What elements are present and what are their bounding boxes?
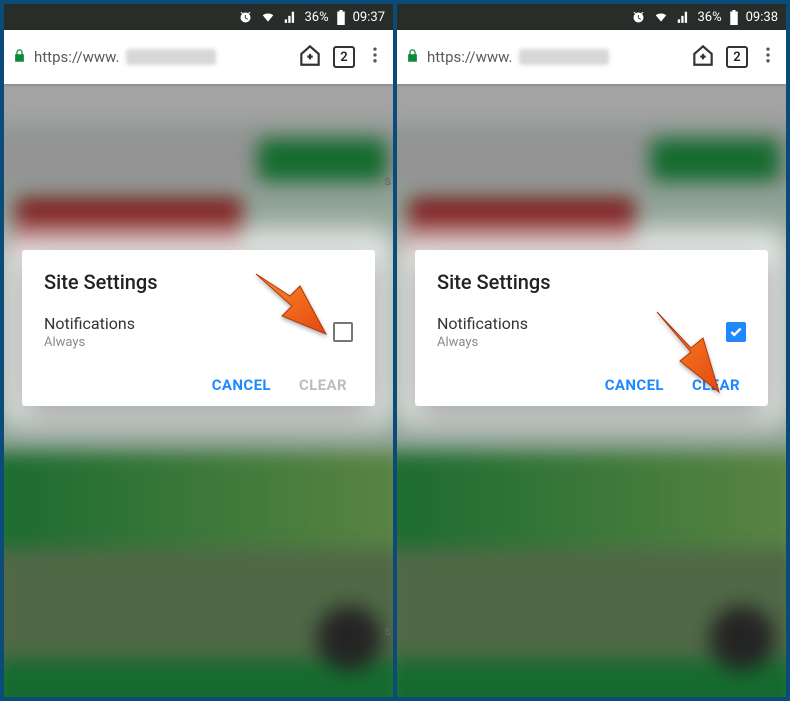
site-settings-dialog: Site Settings Notifications Always CANCE… [22, 250, 375, 406]
tab-switcher[interactable]: 2 [333, 46, 355, 68]
notifications-row[interactable]: Notifications Always [437, 314, 746, 350]
dialog-title: Site Settings [44, 270, 353, 294]
cancel-button[interactable]: CANCEL [605, 376, 664, 394]
row-primary-label: Notifications [437, 314, 528, 333]
android-status-bar: 36% 09:38 [397, 4, 786, 30]
notifications-row[interactable]: Notifications Always [44, 314, 353, 350]
edge-artifact: s [384, 624, 391, 639]
clear-button[interactable]: CLEAR [692, 376, 740, 394]
address-bar[interactable]: https://www. [12, 47, 287, 68]
clock-text: 09:37 [353, 10, 385, 25]
home-add-icon[interactable] [297, 42, 323, 72]
notifications-checkbox[interactable] [726, 322, 746, 342]
screenshot-right: 36% 09:38 https://www. 2 Site Settings [397, 4, 786, 697]
url-prefix: https://www. [427, 48, 512, 66]
url-redacted [519, 49, 609, 65]
overflow-menu-icon[interactable] [365, 43, 385, 71]
home-add-icon[interactable] [690, 42, 716, 72]
dialog-title: Site Settings [437, 270, 746, 294]
lock-icon [12, 47, 27, 68]
address-bar[interactable]: https://www. [405, 47, 680, 68]
site-settings-dialog: Site Settings Notifications Always CANCE… [415, 250, 768, 406]
browser-toolbar: https://www. 2 [397, 30, 786, 84]
signal-icon [676, 10, 690, 24]
battery-percent: 36% [304, 10, 328, 25]
row-secondary-label: Always [44, 335, 135, 350]
tab-switcher[interactable]: 2 [726, 46, 748, 68]
browser-toolbar: https://www. 2 [4, 30, 393, 84]
wifi-icon [653, 10, 669, 24]
battery-percent: 36% [697, 10, 721, 25]
url-prefix: https://www. [34, 48, 119, 66]
notifications-checkbox[interactable] [333, 322, 353, 342]
clear-button[interactable]: CLEAR [299, 376, 347, 394]
battery-icon [729, 10, 739, 25]
wifi-icon [260, 10, 276, 24]
overflow-menu-icon[interactable] [758, 43, 778, 71]
url-redacted [126, 49, 216, 65]
battery-icon [336, 10, 346, 25]
tab-count: 2 [733, 50, 740, 65]
tab-count: 2 [340, 50, 347, 65]
screenshot-left: 36% 09:37 https://www. 2 s s Site Settin… [4, 4, 393, 697]
row-secondary-label: Always [437, 335, 528, 350]
lock-icon [405, 47, 420, 68]
android-status-bar: 36% 09:37 [4, 4, 393, 30]
edge-artifact: s [384, 174, 391, 189]
cancel-button[interactable]: CANCEL [212, 376, 271, 394]
clock-text: 09:38 [746, 10, 778, 25]
row-primary-label: Notifications [44, 314, 135, 333]
signal-icon [283, 10, 297, 24]
alarm-icon [631, 10, 646, 25]
alarm-icon [238, 10, 253, 25]
